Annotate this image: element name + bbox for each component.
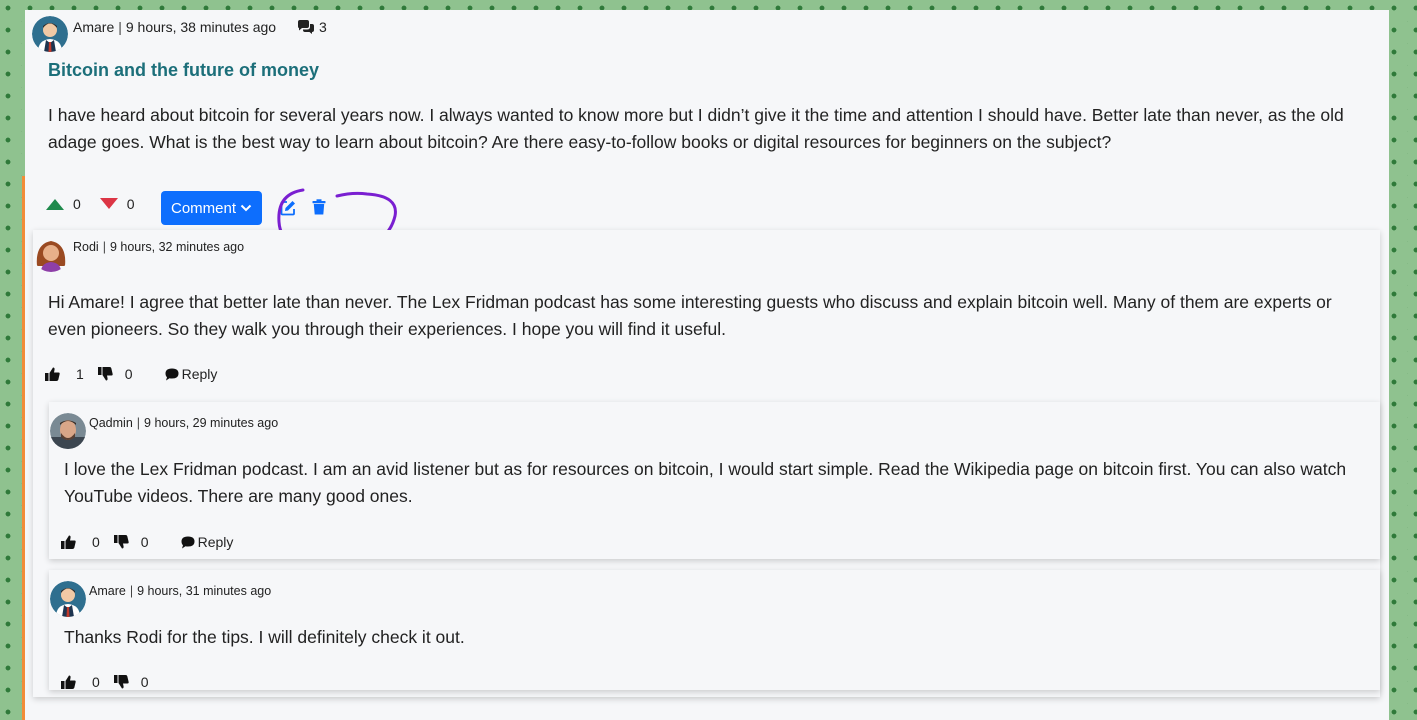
avatar[interactable] [50,581,86,617]
reply-button[interactable]: Reply [165,366,218,382]
thumbs-up-icon[interactable] [61,535,76,549]
upvote-icon[interactable] [45,198,65,210]
avatar[interactable] [33,236,69,272]
thumbs-down-icon[interactable] [113,675,129,689]
comment-time: 9 hours, 32 minutes ago [109,240,245,254]
comment-actions: 1 0 Reply [45,366,217,382]
reply-time: 9 hours, 29 minutes ago [144,416,279,430]
avatar[interactable] [50,413,86,449]
comment-count-value: 3 [319,19,327,35]
user-avatar-icon [32,16,68,52]
post-time: 9 hours, 38 minutes ago [125,19,277,35]
post-meta: Amare | 9 hours, 38 minutes ago [73,19,277,35]
user-avatar-icon [50,413,86,449]
reply-meta: Amare | 9 hours, 31 minutes ago [89,584,272,598]
user-avatar-icon [33,236,69,272]
reply-time: 9 hours, 31 minutes ago [137,584,272,598]
comment-card: Rodi | 9 hours, 32 minutes ago Hi Amare! I… [33,230,1380,697]
thumbs-down-icon[interactable] [113,535,129,549]
comment-author[interactable]: Rodi [73,240,99,254]
reply-card: Qadmin | 9 hours, 29 minutes ago I love th… [49,402,1380,559]
like-count: 0 [92,674,100,690]
avatar[interactable] [32,16,68,52]
reply-bubble-icon [165,368,179,380]
dislike-count: 0 [124,366,133,382]
downvote-count: 0 [126,196,135,212]
comment-meta: Rodi | 9 hours, 32 minutes ago [73,240,245,254]
reply-body: Thanks Rodi for the tips. I will definit… [64,627,465,647]
dislike-count: 0 [140,674,149,690]
reply-actions: 0 0 Reply [61,534,233,550]
upvote-count: 0 [73,196,81,212]
chevron-down-icon [240,204,252,212]
post-body: I have heard about bitcoin for several y… [48,105,1344,152]
reply-button[interactable]: Reply [181,534,234,550]
reply-author[interactable]: Amare [89,584,126,598]
reply-bubble-icon [181,536,195,548]
post-title[interactable]: Bitcoin and the future of money [48,60,319,81]
user-avatar-icon [50,581,86,617]
comments-icon [298,19,314,34]
reply-author[interactable]: Qadmin [89,416,133,430]
like-count: 0 [92,534,100,550]
comment-button[interactable]: Comment [161,191,262,225]
dislike-count: 0 [140,534,149,550]
post-author[interactable]: Amare [73,19,114,35]
thumbs-down-icon[interactable] [97,367,113,381]
reply-body: I love the Lex Fridman podcast. I am an … [64,459,1347,506]
reply-meta: Qadmin | 9 hours, 29 minutes ago [89,416,279,430]
comment-body: Hi Amare! I agree that better late than … [48,292,1332,339]
reply-card: Amare | 9 hours, 31 minutes ago Thanks Rod… [49,570,1380,690]
like-count: 1 [76,366,84,382]
reply-label: Reply [181,366,218,382]
reply-label: Reply [197,534,234,550]
reply-actions: 0 0 [61,674,163,690]
comment-button-label: Comment [170,199,237,217]
discussion-panel: Amare | 9 hours, 38 minutes ago 3 Bitcoin … [25,10,1389,720]
post-votes: 0 0 [45,196,149,212]
thumbs-up-icon[interactable] [61,675,76,689]
downvote-icon[interactable] [99,198,119,210]
comment-count: 3 [297,19,327,35]
thumbs-up-icon[interactable] [45,367,60,381]
